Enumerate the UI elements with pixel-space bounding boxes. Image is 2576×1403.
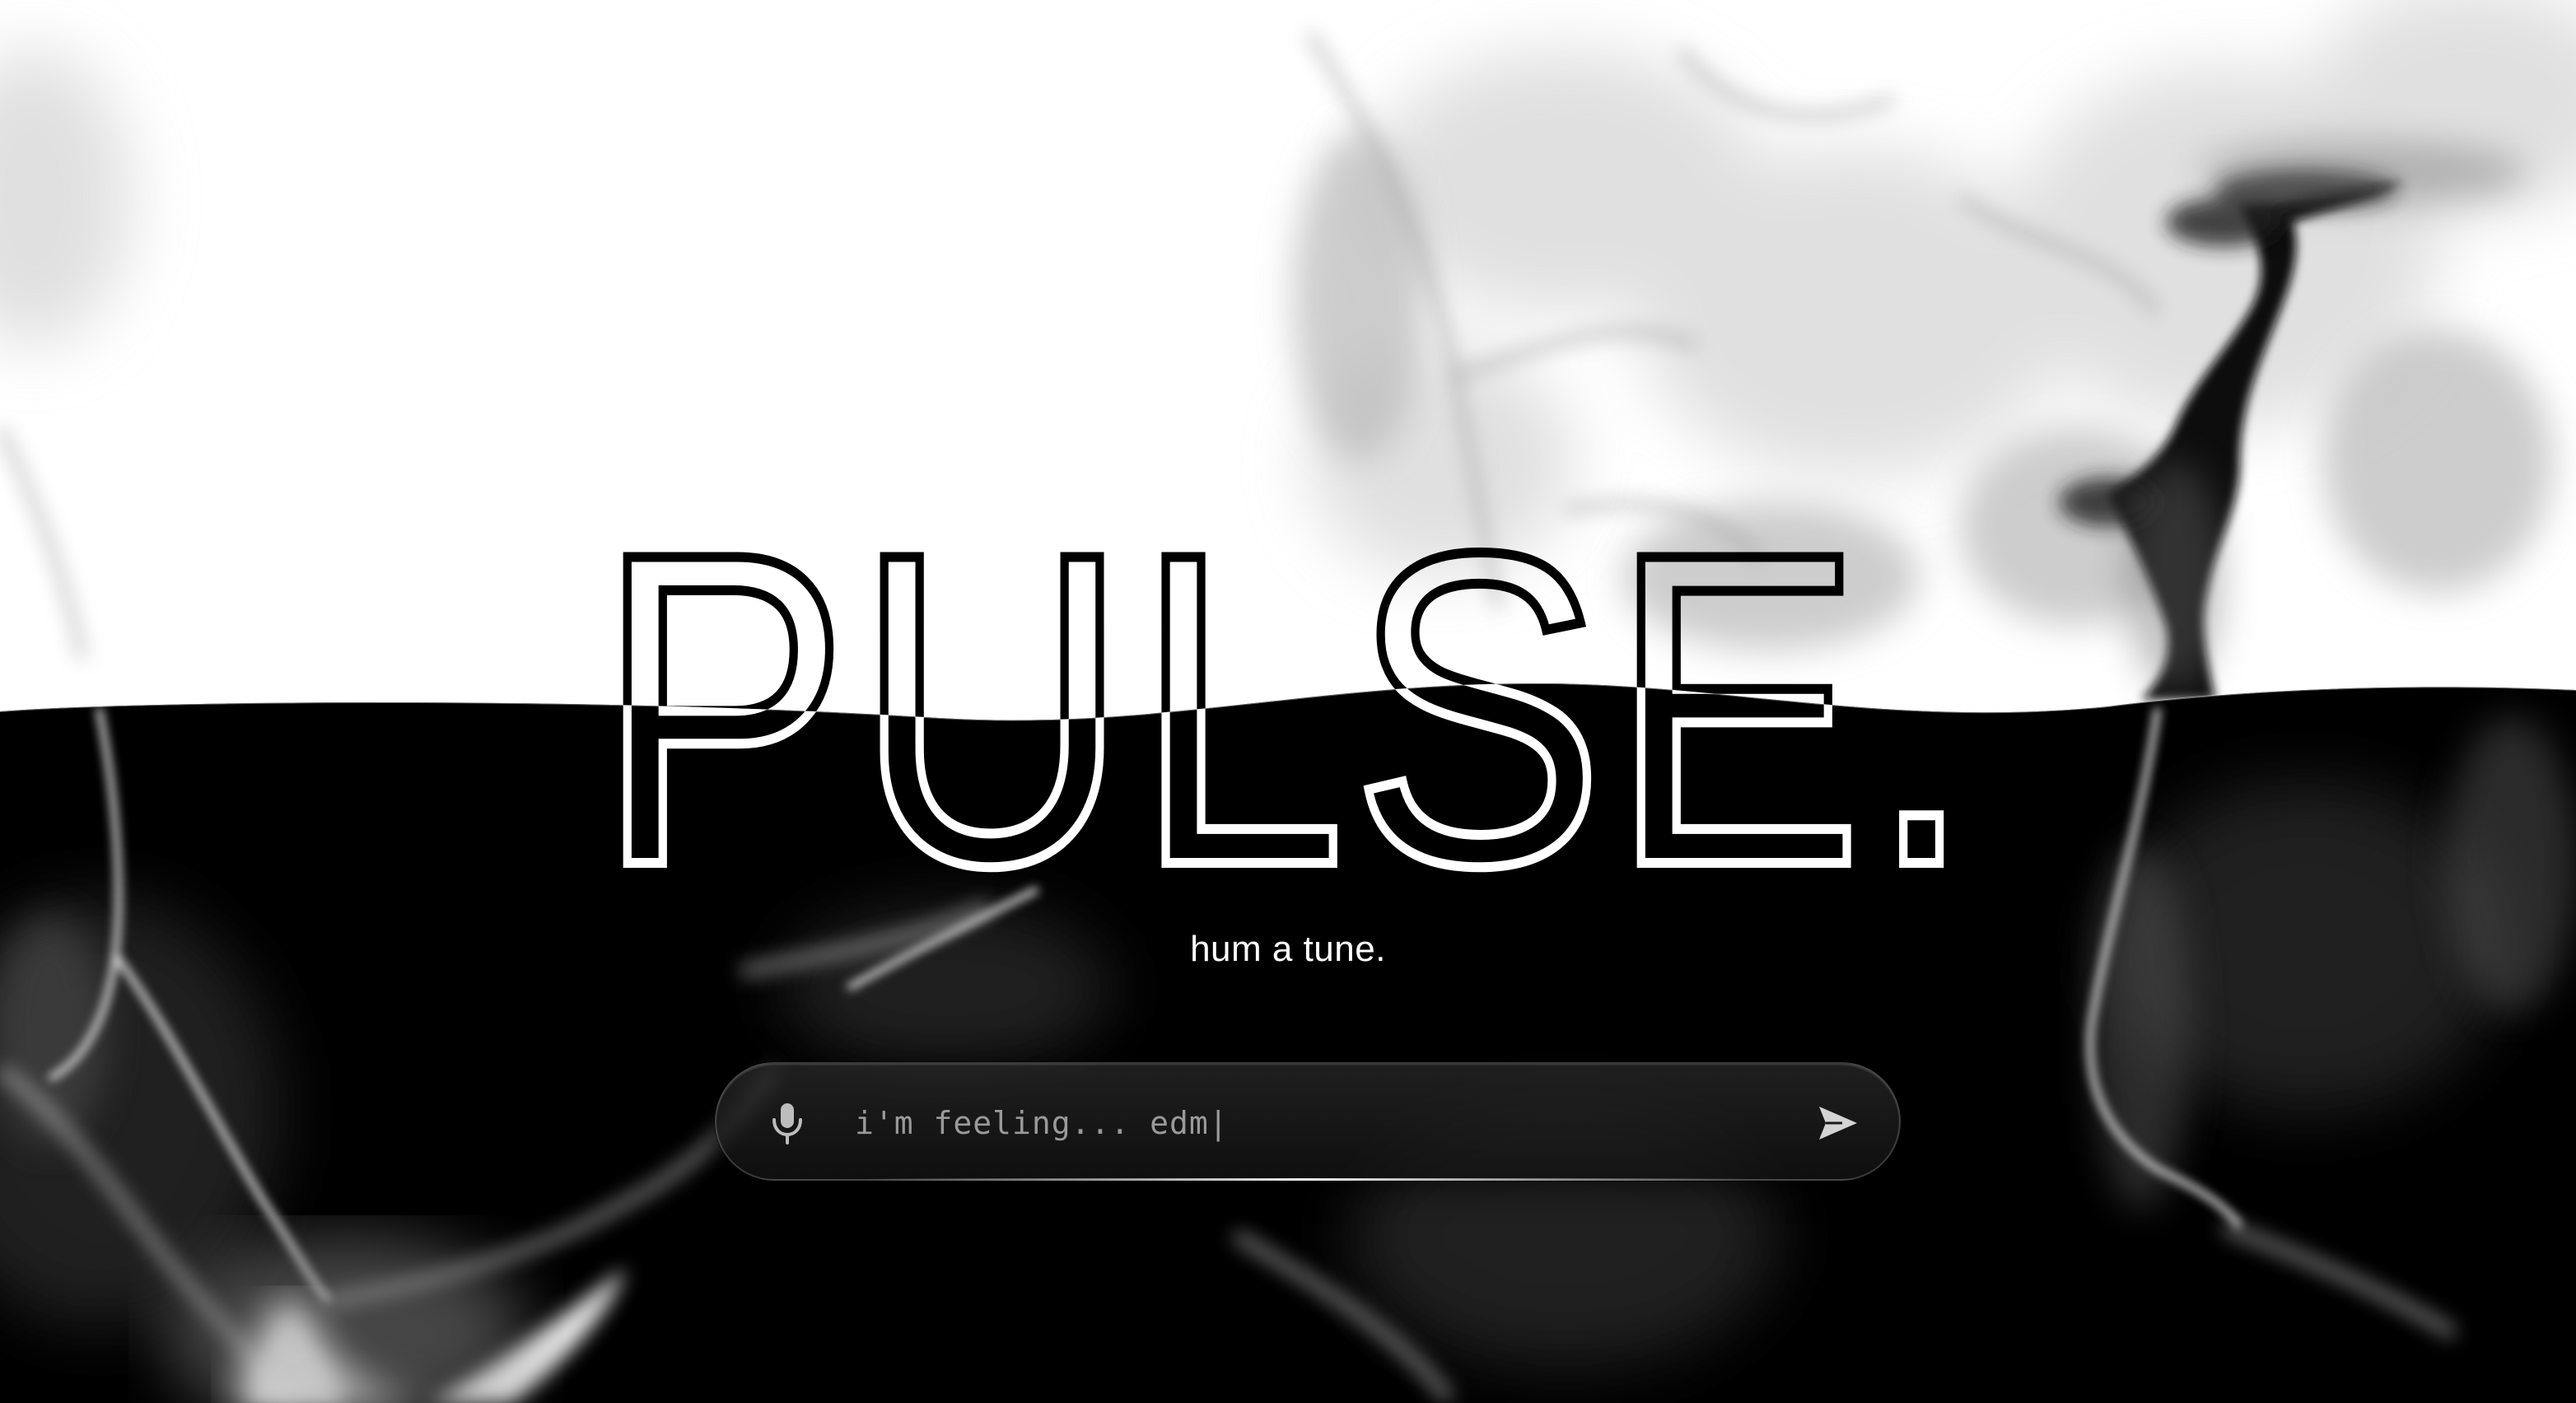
prompt-bar: i'm feeling... edm| xyxy=(715,1062,1901,1181)
send-button[interactable] xyxy=(1812,1097,1864,1149)
mic-button[interactable] xyxy=(763,1098,812,1148)
smoke-background xyxy=(0,0,2576,1403)
send-arrow-icon xyxy=(1819,1107,1857,1140)
microphone-icon xyxy=(772,1103,802,1144)
landing-page: PULSE. PULSE. hum a tune. i'm feeling...… xyxy=(0,0,2576,1403)
tagline: hum a tune. xyxy=(1190,929,1386,969)
prompt-input[interactable]: i'm feeling... edm| xyxy=(855,1093,1744,1153)
